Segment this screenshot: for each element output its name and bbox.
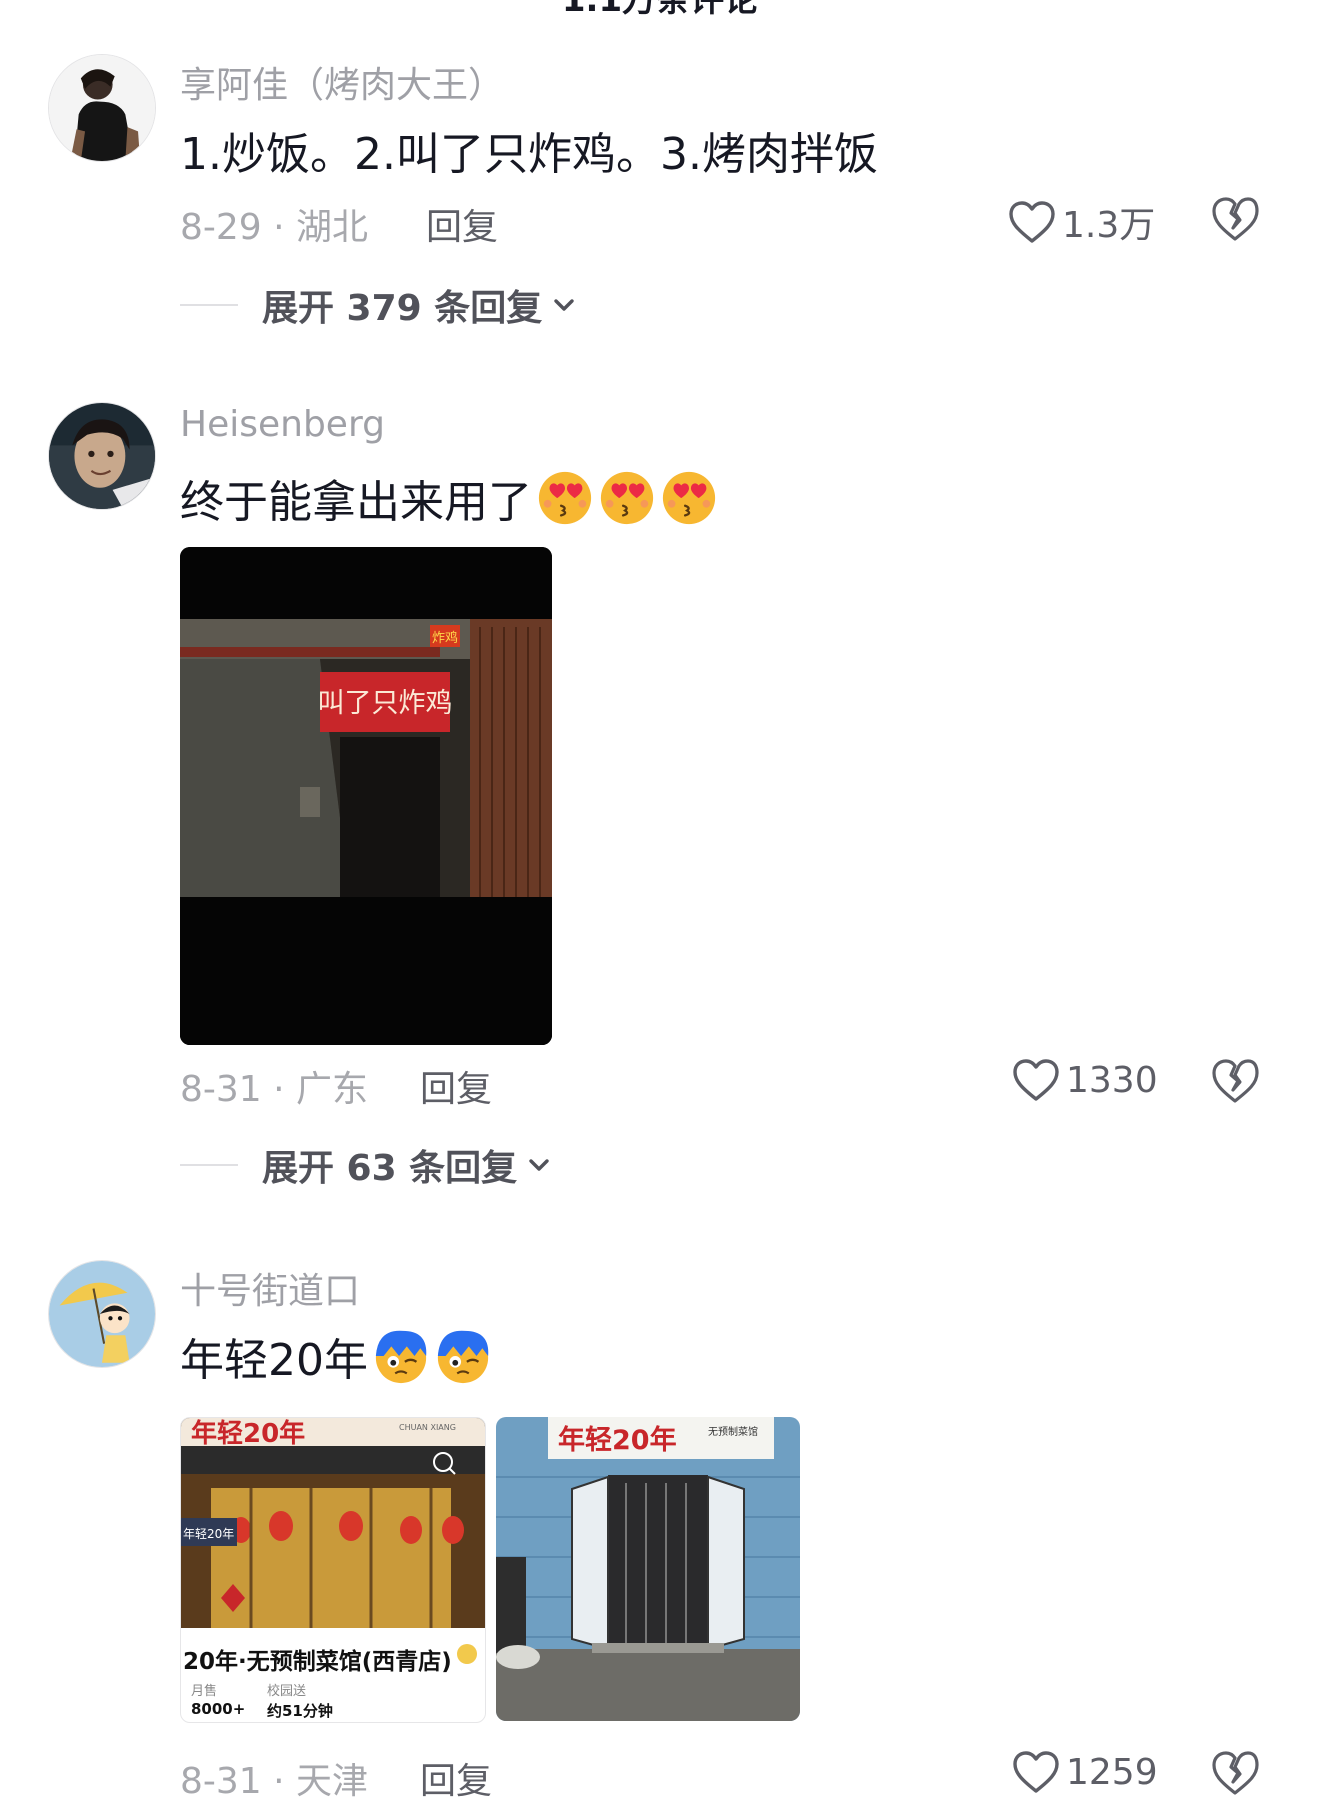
blue-storefront-image: 年轻20年 无预制菜馆: [496, 1417, 800, 1721]
heart-eyes-kiss-emoji-icon: [598, 469, 656, 527]
comment-date-location: 8-31 · 广东: [180, 1069, 369, 1110]
svg-text:叫了只炸鸡: 叫了只炸鸡: [318, 688, 453, 719]
like-button[interactable]: 1259: [1012, 1750, 1158, 1794]
comment-date-location: 8-31 · 天津: [180, 1761, 369, 1799]
badge-icon: [457, 1644, 477, 1664]
svg-text:年轻20年: 年轻20年: [558, 1424, 677, 1456]
heart-icon: [1013, 1751, 1059, 1793]
broken-heart-icon: [1212, 197, 1259, 241]
reply-button[interactable]: 回复: [426, 198, 498, 250]
broken-heart-icon: [1212, 1751, 1259, 1795]
expand-divider: [180, 1164, 238, 1166]
stat-value-monthly-sales: 8000+: [191, 1700, 246, 1718]
like-count: 1.3万: [1062, 205, 1156, 246]
comment-date-location: 8-29 · 湖北: [180, 207, 369, 248]
heart-icon: [1009, 201, 1055, 243]
avatar-man-dark-shirt-icon: [49, 55, 155, 161]
svg-text:CHUAN XIANG: CHUAN XIANG: [399, 1423, 456, 1432]
svg-text:炸鸡: 炸鸡: [432, 630, 458, 646]
reply-button[interactable]: 回复: [420, 1060, 492, 1112]
like-button[interactable]: 1330: [1012, 1058, 1158, 1102]
comment-meta: 8-31 · 天津 回复 1259: [180, 1750, 1280, 1799]
comment-username[interactable]: 享阿佳（烤肉大王）: [180, 56, 504, 108]
alley-scene-image: 叫了只炸鸡 炸鸡: [180, 547, 552, 1045]
comments-count-title: 1.1万条评论: [561, 0, 759, 20]
blue-hair-emoji-icon: [434, 1327, 492, 1385]
shop-name: 20年·无预制菜馆(西青店): [183, 1649, 452, 1675]
reply-button[interactable]: 回复: [420, 1752, 492, 1799]
comment-text-content: 年轻20年: [180, 1335, 368, 1386]
blue-hair-emoji-icon: [372, 1327, 430, 1385]
comment-text-content: 1.炒饭。2.叫了只炸鸡。3.烤肉拌饭: [180, 129, 878, 180]
comment-meta: 8-31 · 广东 回复 1330: [180, 1058, 1280, 1112]
user-avatar[interactable]: [48, 1260, 156, 1368]
stat-label-delivery: 校园送: [267, 1684, 307, 1699]
broken-heart-icon: [1212, 1059, 1259, 1103]
comment-username[interactable]: 十号街道口: [180, 1262, 360, 1314]
chevron-down-icon: [525, 1151, 553, 1179]
heart-icon: [1013, 1059, 1059, 1101]
chevron-down-icon: [550, 291, 578, 319]
expand-replies-label: 展开 63 条回复: [262, 1148, 518, 1189]
dislike-button[interactable]: [1210, 1748, 1260, 1798]
stat-label-monthly-sales: 月售: [191, 1684, 218, 1699]
comment-meta: 8-29 · 湖北 回复 1.3万: [180, 196, 1280, 250]
comment-text: 1.炒饭。2.叫了只炸鸡。3.烤肉拌饭: [180, 118, 878, 182]
heart-eyes-kiss-emoji-icon: [536, 469, 594, 527]
svg-text:年轻20年: 年轻20年: [183, 1527, 234, 1541]
svg-text:年轻20年: 年轻20年: [191, 1418, 305, 1449]
like-count: 1330: [1066, 1059, 1158, 1101]
dislike-button[interactable]: [1210, 1056, 1260, 1106]
comment-image-restaurant-listing[interactable]: 年轻20年 CHUAN XIANG 年轻20年 20年·无预制菜馆(西青店) 月…: [180, 1417, 486, 1723]
comments-page: 1.1万条评论 享阿佳（烤肉大王） 1.炒饭。2.叫了只炸鸡。3.烤肉拌饭 8-…: [0, 0, 1320, 1799]
like-count: 1259: [1066, 1751, 1158, 1793]
like-button[interactable]: 1.3万: [1008, 196, 1155, 248]
expand-divider: [180, 304, 238, 306]
user-avatar[interactable]: [48, 54, 156, 162]
user-avatar[interactable]: [48, 402, 156, 510]
expand-replies-button[interactable]: 展开 63 条回复: [180, 1140, 553, 1190]
svg-text:无预制菜馆: 无预制菜馆: [708, 1425, 758, 1438]
expand-replies-button[interactable]: 展开 379 条回复: [180, 280, 578, 330]
restaurant-storefront-image: 年轻20年 CHUAN XIANG 年轻20年: [181, 1418, 485, 1628]
heart-eyes-kiss-emoji-icon: [660, 469, 718, 527]
comment-text: 终于能拿出来用了: [180, 466, 718, 530]
comment-text-content: 终于能拿出来用了: [180, 477, 532, 528]
stat-value-delivery-time: 约51分钟: [267, 1702, 333, 1720]
comment-image-storefront[interactable]: 年轻20年 无预制菜馆: [496, 1417, 800, 1721]
expand-replies-label: 展开 379 条回复: [262, 288, 543, 329]
comment-video-thumbnail[interactable]: 叫了只炸鸡 炸鸡: [180, 547, 552, 1045]
dislike-button[interactable]: [1210, 194, 1260, 244]
avatar-man-portrait-icon: [49, 403, 155, 509]
comment-text: 年轻20年: [180, 1324, 492, 1388]
comment-username[interactable]: Heisenberg: [180, 404, 385, 445]
avatar-cartoon-umbrella-icon: [49, 1261, 155, 1367]
